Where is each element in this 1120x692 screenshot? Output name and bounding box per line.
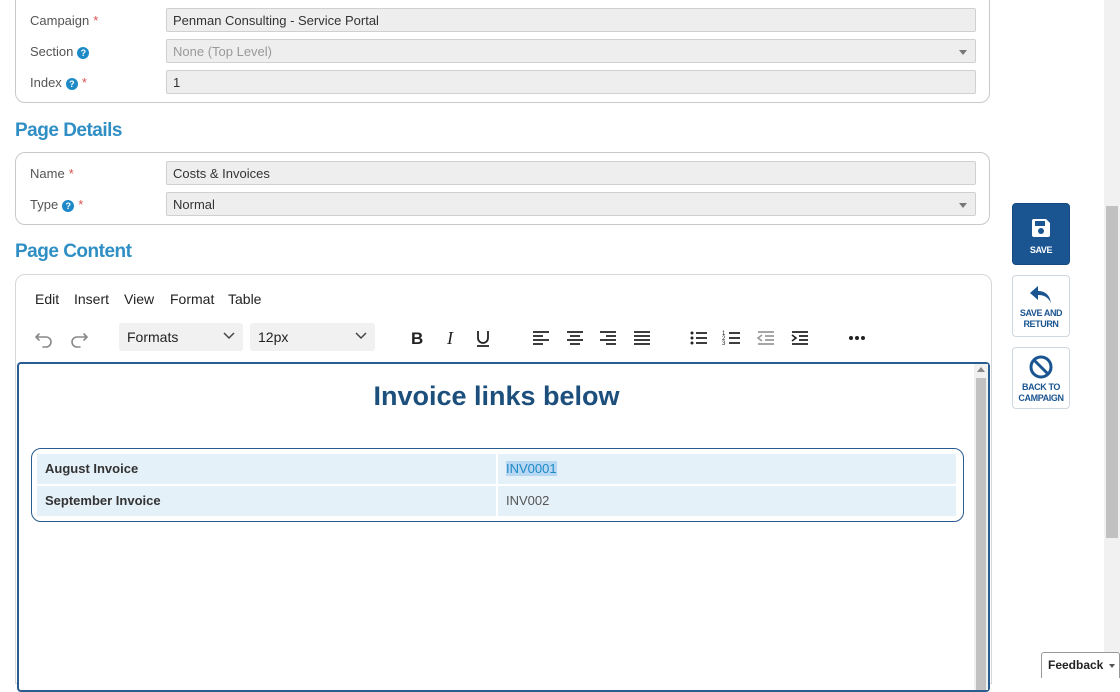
chevron-down-icon [223,332,235,340]
editor-scrollbar[interactable] [974,364,988,690]
align-right-icon[interactable] [595,325,621,351]
svg-text:B: B [411,329,423,348]
section-label: Section [30,44,74,59]
editor-content-area[interactable]: Invoice links below August Invoice INV00… [17,362,990,692]
name-row: Name * Costs & Invoices [16,161,989,187]
ban-icon [1029,355,1053,379]
chevron-down-icon [355,332,367,340]
table-row-value[interactable]: INV002 [498,486,956,516]
rich-text-editor: Edit Insert View Format Table Formats 12… [15,274,992,692]
align-justify-icon[interactable] [629,325,655,351]
dropdown-caret-icon [959,203,967,208]
table-row-label[interactable]: September Invoice [37,486,496,516]
align-left-icon[interactable] [528,325,554,351]
page-details-fieldset: Name * Costs & Invoices Type? * Normal [15,152,990,225]
back-to-campaign-button[interactable]: BACK TO CAMPAIGN [1012,347,1070,409]
bold-icon[interactable]: B [403,325,429,351]
font-size-dropdown[interactable]: 12px [250,323,375,351]
redo-icon[interactable] [66,325,92,351]
campaign-row: Campaign * Penman Consulting - Service Po… [16,8,989,34]
save-return-label-1: SAVE AND [1019,308,1063,318]
page-details-title: Page Details [15,120,123,141]
campaign-field[interactable]: Penman Consulting - Service Portal [166,8,976,32]
menu-edit[interactable]: Edit [35,291,59,307]
bullet-list-icon[interactable] [686,325,712,351]
type-select[interactable]: Normal [166,192,976,216]
help-icon[interactable]: ? [77,47,90,59]
back-label-2: CAMPAIGN [1018,393,1064,403]
numbered-list-icon[interactable]: 123 [719,325,745,351]
back-label-1: BACK TO [1021,382,1061,392]
underline-icon[interactable] [470,325,496,351]
page-content-title: Page Content [15,241,132,262]
campaign-label: Campaign [30,13,90,28]
invoice-table: August Invoice INV0001 September Invoice… [31,448,964,522]
reply-arrow-icon [1030,286,1051,303]
required-mark: * [68,166,74,181]
align-center-icon[interactable] [562,325,588,351]
indent-icon[interactable] [787,325,813,351]
save-and-return-button[interactable]: SAVE AND RETURN [1012,275,1070,337]
save-label: SAVE [1029,245,1053,255]
editor-toolbar: Formats 12px B I 123 [16,323,991,353]
italic-icon[interactable]: I [437,325,463,351]
undo-icon[interactable] [31,325,57,351]
table-row-label[interactable]: August Invoice [37,454,496,484]
feedback-tab[interactable]: Feedback [1041,652,1120,678]
page-scrollbar-thumb[interactable] [1106,206,1118,538]
scroll-up-icon[interactable] [977,367,985,372]
help-icon[interactable]: ? [65,78,78,90]
index-field[interactable]: 1 [166,70,976,94]
table-row-value[interactable]: INV0001 [498,454,956,484]
editor-scrollbar-thumb[interactable] [976,378,986,690]
menu-table[interactable]: Table [228,291,261,307]
name-field[interactable]: Costs & Invoices [166,161,976,185]
page-scrollbar[interactable] [1104,0,1120,676]
menu-view[interactable]: View [124,291,154,307]
campaign-fieldset: Campaign * Penman Consulting - Service Po… [15,0,990,103]
type-label: Type [30,197,59,212]
chevron-down-icon [1109,664,1115,668]
formats-dropdown[interactable]: Formats [119,323,243,351]
save-return-label-2: RETURN [1023,319,1059,329]
outdent-icon[interactable] [753,325,779,351]
index-row: Index? * 1 [16,70,989,96]
svg-text:3: 3 [722,341,726,347]
required-mark: * [78,197,84,212]
content-heading: Invoice links below [373,381,620,411]
save-button[interactable]: SAVE [1012,203,1070,265]
more-icon[interactable] [844,325,870,351]
menu-format[interactable]: Format [170,291,214,307]
selected-text[interactable]: INV0001 [506,461,557,476]
name-label: Name [30,166,65,181]
dropdown-caret-icon [959,50,967,55]
svg-text:I: I [446,328,454,348]
section-row: Section? None (Top Level) [16,39,989,65]
type-row: Type? * Normal [16,192,989,218]
section-select[interactable]: None (Top Level) [166,39,976,63]
menu-insert[interactable]: Insert [74,291,109,307]
help-icon[interactable]: ? [62,200,75,212]
floppy-disk-icon [1032,219,1050,237]
index-label: Index [30,75,62,90]
required-mark: * [93,13,99,28]
required-mark: * [81,75,87,90]
